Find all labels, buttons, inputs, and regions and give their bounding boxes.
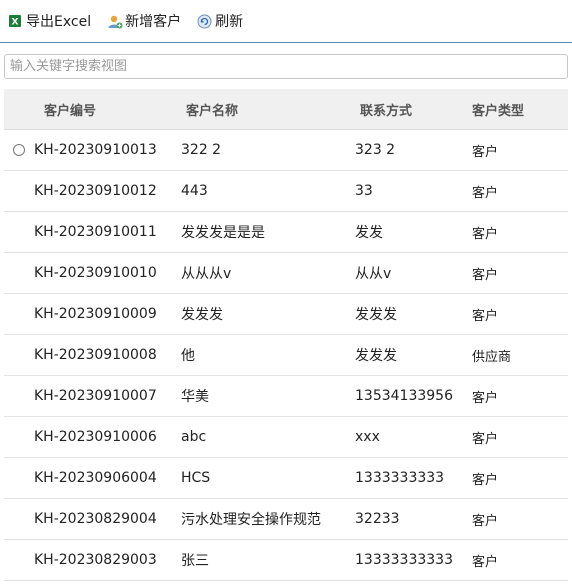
cell-contact: 发发 (355, 225, 383, 241)
cell-customer-type: 客户 (472, 390, 499, 406)
cell-customer-type: 客户 (472, 431, 499, 447)
cell-customer-type: 客户 (472, 226, 499, 242)
table-row[interactable]: KH-20230829003 张三 13333333333 客户 (4, 540, 568, 581)
cell-customer-id: KH-20230829004 (34, 511, 157, 527)
cell-contact: 323 2 (355, 142, 396, 158)
cell-customer-type: 客户 (472, 472, 499, 488)
table-row[interactable]: KH-20230910013 322 2 323 2 客户 (4, 130, 568, 171)
customer-table: 客户编号 客户名称 联系方式 客户类型 KH-20230910013 322 2… (4, 89, 568, 581)
svg-text:X: X (12, 18, 19, 28)
table-row[interactable]: KH-20230910007 华美 13534133956 客户 (4, 376, 568, 417)
cell-customer-name: 污水处理安全操作规范 (181, 512, 321, 528)
cell-customer-type: 客户 (472, 185, 499, 201)
cell-customer-id: KH-20230910009 (34, 306, 157, 322)
export-excel-button[interactable]: X 导出Excel (8, 11, 91, 31)
header-customer-id[interactable]: 客户编号 (34, 100, 181, 119)
cell-customer-name: 322 2 (181, 142, 222, 158)
cell-contact: 33 (355, 183, 373, 199)
toolbar: X 导出Excel 新增客户 刷新 (0, 0, 572, 43)
add-customer-label: 新增客户 (125, 14, 182, 30)
header-customer-type[interactable]: 客户类型 (472, 100, 562, 119)
cell-customer-type: 客户 (472, 267, 499, 283)
cell-contact: 发发发 (355, 348, 397, 364)
cell-contact: 13333333333 (355, 552, 453, 568)
table-row[interactable]: KH-20230910008 他 发发发 供应商 (4, 335, 568, 376)
table-row[interactable]: KH-20230910011 发发发是是是 发发 客户 (4, 212, 568, 253)
cell-customer-id: KH-20230910013 (34, 142, 157, 158)
cell-customer-id: KH-20230910012 (34, 183, 157, 199)
cell-customer-name: 443 (181, 183, 208, 199)
cell-customer-id: KH-20230910006 (34, 429, 157, 445)
table-row[interactable]: KH-20230829004 污水处理安全操作规范 32233 客户 (4, 499, 568, 540)
table-header: 客户编号 客户名称 联系方式 客户类型 (4, 89, 568, 130)
refresh-icon (197, 14, 212, 29)
cell-customer-id: KH-20230910008 (34, 347, 157, 363)
table-row[interactable]: KH-20230906004 HCS 1333333333 客户 (4, 458, 568, 499)
cell-customer-name: abc (181, 429, 207, 445)
refresh-label: 刷新 (215, 14, 244, 30)
cell-customer-type: 客户 (472, 513, 499, 529)
add-customer-button[interactable]: 新增客户 (107, 11, 181, 31)
cell-customer-id: KH-20230910010 (34, 265, 157, 281)
cell-contact: 发发发 (355, 307, 397, 323)
excel-icon: X (8, 14, 22, 28)
refresh-button[interactable]: 刷新 (197, 11, 243, 31)
cell-customer-name: HCS (181, 470, 211, 486)
cell-customer-name: 发发发是是是 (181, 225, 265, 241)
cell-customer-id: KH-20230910007 (34, 388, 157, 404)
header-contact[interactable]: 联系方式 (355, 100, 472, 119)
cell-customer-type: 客户 (472, 144, 499, 160)
cell-contact: 13534133956 (355, 388, 453, 404)
header-customer-name[interactable]: 客户名称 (181, 100, 355, 119)
cell-customer-id: KH-20230910011 (34, 224, 157, 240)
row-select-cell (4, 144, 34, 156)
row-radio[interactable] (13, 144, 25, 156)
search-bar (0, 43, 572, 79)
cell-customer-id: KH-20230829003 (34, 552, 157, 568)
cell-customer-type: 供应商 (472, 349, 512, 365)
cell-customer-name: 张三 (181, 553, 209, 569)
cell-contact: 从从v (355, 266, 392, 282)
add-user-icon (107, 14, 123, 29)
export-excel-label: 导出Excel (26, 14, 92, 30)
cell-customer-type: 客户 (472, 308, 499, 324)
cell-customer-name: 从从从v (181, 266, 232, 282)
cell-customer-name: 发发发 (181, 307, 223, 323)
cell-customer-id: KH-20230906004 (34, 470, 157, 486)
table-row[interactable]: KH-20230910012 443 33 客户 (4, 171, 568, 212)
table-row[interactable]: KH-20230910006 abc xxx 客户 (4, 417, 568, 458)
table-row[interactable]: KH-20230910010 从从从v 从从v 客户 (4, 253, 568, 294)
search-input[interactable] (4, 54, 568, 79)
cell-customer-name: 他 (181, 348, 195, 364)
cell-customer-name: 华美 (181, 389, 209, 405)
cell-contact: 1333333333 (355, 470, 445, 486)
cell-customer-type: 客户 (472, 554, 499, 570)
cell-contact: 32233 (355, 511, 400, 527)
cell-contact: xxx (355, 429, 380, 445)
table-row[interactable]: KH-20230910009 发发发 发发发 客户 (4, 294, 568, 335)
